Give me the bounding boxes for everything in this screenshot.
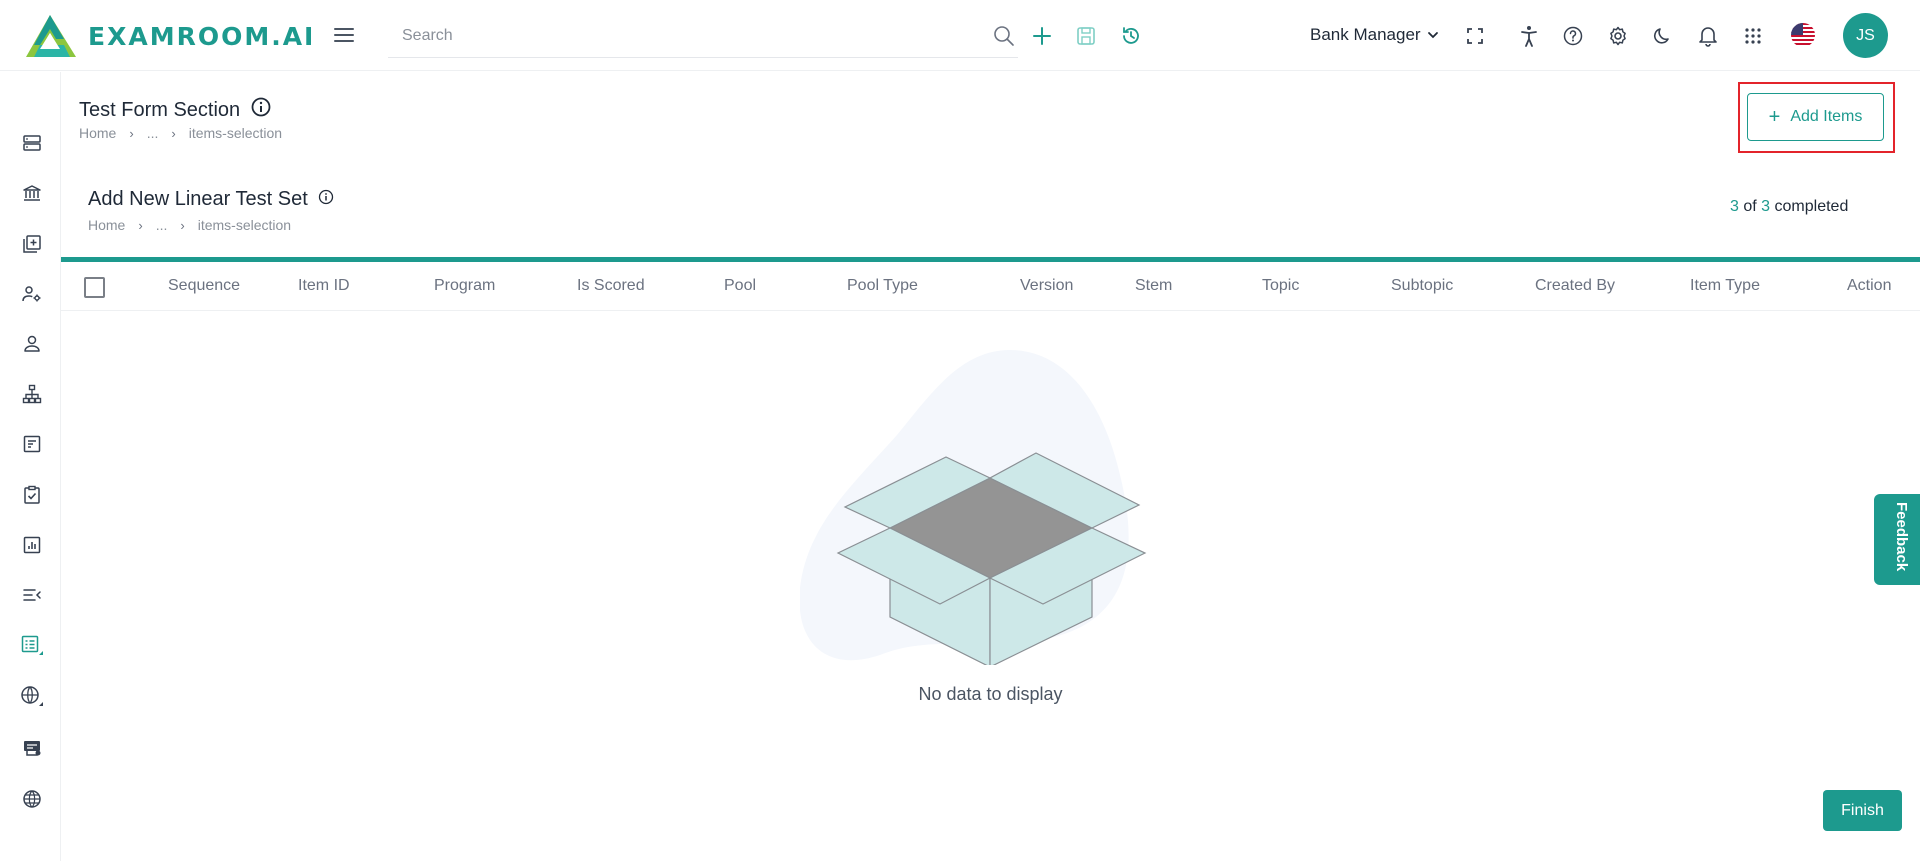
role-label: Bank Manager [1310,25,1421,44]
add-library-icon[interactable] [20,232,44,256]
help-icon[interactable] [1561,24,1585,48]
search-input[interactable] [402,24,962,48]
plus-icon: + [1768,106,1781,128]
menu-icon[interactable] [333,24,355,46]
breadcrumb-separator-icon: › [171,125,176,141]
breadcrumb: Home › ... › items-selection [79,125,282,141]
progress-total: 3 [1761,198,1771,215]
server-icon[interactable] [20,131,44,155]
progress-status: 3 of 3 completed [1730,198,1848,216]
clipboard-check-icon[interactable] [20,483,44,507]
breadcrumb-separator-icon: › [129,125,134,141]
column-header-topic[interactable]: Topic [1262,277,1299,295]
empty-box-illustration [800,350,1147,665]
select-all-checkbox[interactable] [84,277,105,298]
dark-mode-icon[interactable] [1651,24,1675,48]
form-icon[interactable] [20,432,44,456]
add-items-button[interactable]: + Add Items [1747,93,1884,141]
column-header-sequence[interactable]: Sequence [168,277,240,295]
breadcrumb-current: items-selection [188,125,283,141]
plus-icon[interactable] [1030,24,1054,48]
history-icon[interactable] [1119,24,1143,48]
settings-icon[interactable] [1606,24,1630,48]
report-icon[interactable] [20,533,44,557]
column-header-subtopic[interactable]: Subtopic [1391,277,1453,295]
column-header-program[interactable]: Program [434,277,495,295]
column-header-pool[interactable]: Pool [724,277,756,295]
column-header-pool-type[interactable]: Pool Type [847,277,918,295]
table-header: Sequence Item ID Program Is Scored Pool … [61,262,1920,311]
us-flag-icon[interactable] [1791,23,1815,47]
logo-text: EXAMROOM.AI [88,21,316,51]
page-title-text: Test Form Section [79,98,241,121]
search-bar [388,14,1018,58]
column-header-version[interactable]: Version [1020,277,1073,295]
globe-icon[interactable] [20,787,44,811]
search-icon[interactable] [992,24,1016,48]
info-icon[interactable] [318,188,334,211]
hierarchy-icon[interactable] [20,382,44,406]
certificate-icon[interactable] [20,736,44,760]
avatar-initials: JS [1856,26,1875,44]
logo-icon [26,15,76,57]
column-header-stem[interactable]: Stem [1135,277,1172,295]
breadcrumb-home[interactable]: Home [79,125,116,141]
apps-grid-icon[interactable] [1741,24,1765,48]
test-list-icon[interactable] [20,633,44,657]
list-collapse-icon[interactable] [20,583,44,607]
save-icon[interactable] [1074,24,1098,48]
logo[interactable]: EXAMROOM.AI [26,12,315,60]
empty-state-text: No data to display [918,684,1063,704]
breadcrumb-ellipsis[interactable]: ... [147,125,159,141]
breadcrumb-ellipsis[interactable]: ... [156,217,168,233]
breadcrumb-current: items-selection [197,217,292,233]
section-breadcrumb: Home › ... › items-selection [88,217,291,233]
user-settings-icon[interactable] [20,282,44,306]
progress-suffix: completed [1774,198,1849,215]
role-selector[interactable]: Bank Manager [1310,24,1439,46]
section-title-text: Add New Linear Test Set [88,188,308,210]
progress-current: 3 [1730,198,1739,215]
progress-of: of [1743,198,1757,215]
bank-icon[interactable] [20,181,44,205]
column-header-item-type[interactable]: Item Type [1690,277,1760,295]
user-icon[interactable] [20,332,44,356]
breadcrumb-separator-icon: › [180,217,185,233]
accessibility-icon[interactable] [1517,24,1541,48]
breadcrumb-home[interactable]: Home [88,217,125,233]
column-header-is-scored[interactable]: Is Scored [577,277,645,295]
chevron-down-icon [1427,32,1438,39]
section-title: Add New Linear Test Set [88,188,334,211]
column-header-action: Action [1847,277,1892,294]
feedback-label: Feedback [1893,502,1910,572]
finish-button[interactable]: Finish [1823,790,1902,831]
breadcrumb-separator-icon: › [138,217,143,233]
column-header-created-by[interactable]: Created By [1535,277,1615,295]
sidebar [0,72,61,861]
page-title: Test Form Section [79,96,272,124]
notification-icon[interactable] [1696,24,1720,48]
info-icon[interactable] [250,96,272,124]
top-bar: EXAMROOM.AI Bank Manager [0,0,1920,71]
fullscreen-icon[interactable] [1463,24,1487,48]
avatar[interactable]: JS [1843,13,1888,58]
column-header-item-id[interactable]: Item ID [298,277,350,295]
add-items-label: Add Items [1790,108,1863,125]
feedback-tab[interactable]: Feedback [1874,494,1920,585]
